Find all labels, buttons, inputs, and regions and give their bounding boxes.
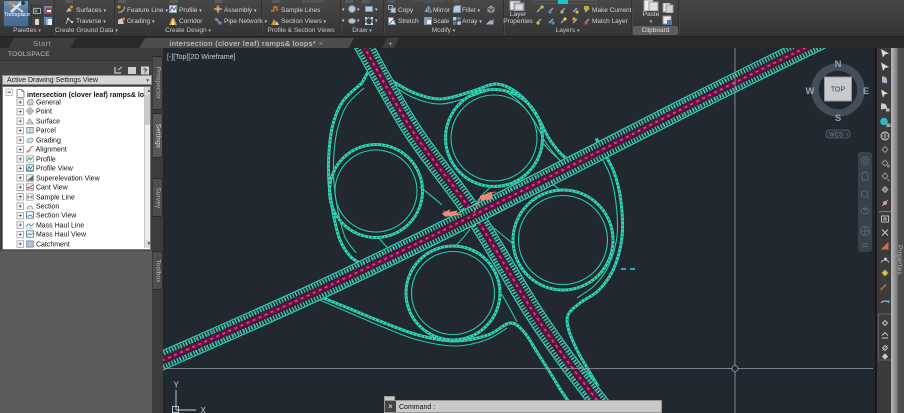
svg-text:WCS: WCS [829, 133, 843, 139]
svg-text:[-][Top][2D Wireframe]: [-][Top][2D Wireframe] [167, 54, 236, 61]
svg-text:TOP: TOP [831, 87, 846, 94]
svg-text:Y: Y [174, 381, 180, 390]
svg-text:W: W [806, 86, 815, 97]
svg-text:X: X [201, 406, 207, 413]
svg-text:N: N [835, 59, 842, 70]
svg-text:E: E [863, 86, 869, 97]
svg-text:S: S [835, 113, 841, 124]
